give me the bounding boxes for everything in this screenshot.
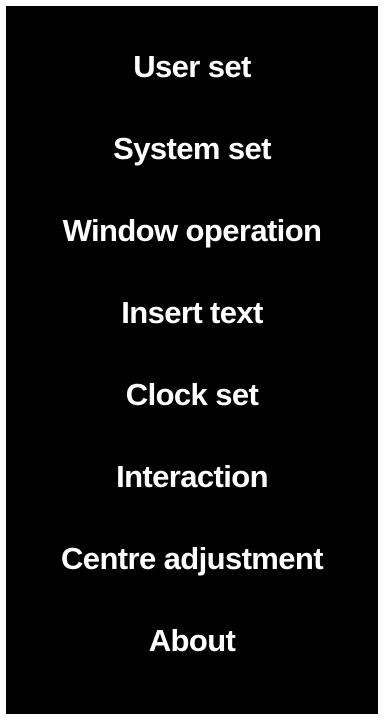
menu-item-centre-adjustment[interactable]: Centre adjustment bbox=[6, 531, 378, 587]
settings-screen: User set System set Window operation Ins… bbox=[6, 6, 378, 714]
settings-menu: User set System set Window operation Ins… bbox=[6, 6, 378, 714]
menu-item-insert-text[interactable]: Insert text bbox=[6, 285, 378, 341]
menu-item-user-set[interactable]: User set bbox=[6, 39, 378, 95]
menu-item-system-set[interactable]: System set bbox=[6, 121, 378, 177]
menu-item-window-operation[interactable]: Window operation bbox=[6, 203, 378, 259]
menu-item-clock-set[interactable]: Clock set bbox=[6, 367, 378, 423]
menu-item-interaction[interactable]: Interaction bbox=[6, 449, 378, 505]
menu-item-about[interactable]: About bbox=[6, 613, 378, 669]
